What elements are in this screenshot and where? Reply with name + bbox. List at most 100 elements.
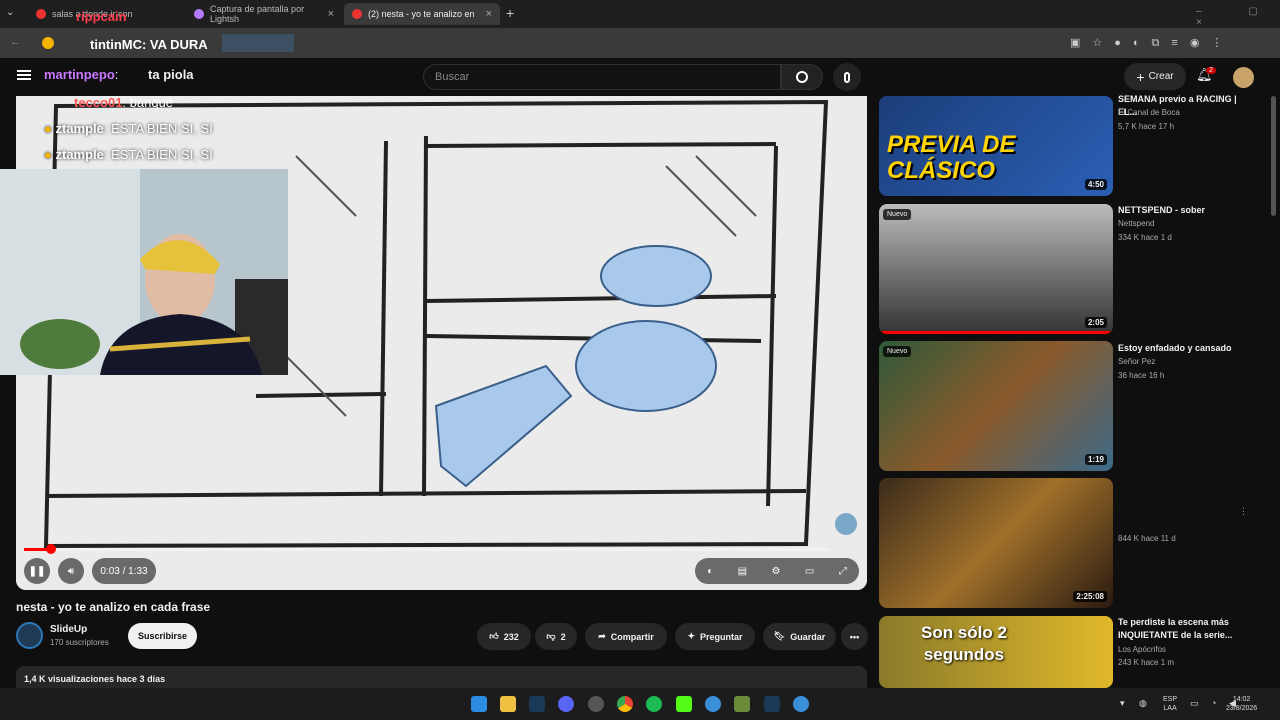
chat-user: ztample: [55, 147, 104, 162]
close-tab-icon[interactable]: ×: [486, 8, 492, 20]
extension-icons[interactable]: ▣☆●◐⧉≡◉⋮: [1070, 36, 1234, 50]
chat-user: tecco01: [74, 95, 123, 110]
kick-icon[interactable]: [676, 696, 692, 712]
recommendation-thumbnail[interactable]: Son sólo 2 segundos: [879, 616, 1113, 688]
app-icon[interactable]: [734, 696, 750, 712]
recommendation-channel[interactable]: El Canal de Boca: [1118, 108, 1180, 117]
dislike-button[interactable]: 👎︎ 2: [535, 623, 577, 650]
recommendation-meta: 243 K hace 1 m: [1118, 658, 1175, 667]
app-icon[interactable]: [588, 696, 604, 712]
recommendation-channel[interactable]: Señor Pez: [1118, 357, 1155, 366]
create-button[interactable]: + Crear: [1124, 63, 1186, 90]
recommendation-channel[interactable]: Los Apócrifos: [1118, 645, 1166, 654]
recommendation-title[interactable]: Estoy enfadado y cansado: [1118, 342, 1258, 355]
voice-search-button[interactable]: [833, 63, 861, 91]
steam-icon[interactable]: [529, 696, 545, 712]
page-scrollbar[interactable]: [1271, 96, 1276, 216]
save-button[interactable]: 🔖︎ Guardar: [763, 623, 836, 650]
chat-message: banqué: [129, 95, 174, 110]
video-duration: 2:25:08: [1073, 591, 1107, 602]
video-duration: 2:05: [1084, 317, 1107, 328]
chat-user: martinpepo: [44, 67, 115, 82]
recommendation-meta: 334 K hace 1 d: [1118, 233, 1172, 242]
more-options-icon[interactable]: ⋮: [1239, 506, 1248, 517]
chat-message: ESTA BIEN SI, SI: [111, 121, 213, 136]
window-controls[interactable]: – ▢ ×: [1196, 6, 1280, 28]
thumbnail-text: Son sólo 2 segundos: [921, 623, 1007, 664]
settings-icon[interactable]: ⚙: [772, 566, 781, 577]
recommendation-thumbnail[interactable]: Nuevo 2:05: [879, 204, 1113, 334]
language-indicator[interactable]: ESP LAA: [1163, 695, 1177, 713]
tab-list-button[interactable]: ⌄: [6, 7, 14, 18]
lightshot-favicon: [194, 9, 204, 19]
search-input[interactable]: Buscar: [423, 64, 781, 90]
chat-line: ● ztample: ESTA BIEN SI, SI: [44, 147, 213, 162]
channel-name[interactable]: SlideUp: [50, 624, 87, 635]
watched-progress: [879, 331, 1113, 334]
search-icon: [796, 71, 808, 83]
fullscreen-icon[interactable]: ⤢: [839, 566, 847, 577]
clock[interactable]: 14:02 23/8/2026: [1226, 695, 1257, 713]
chat-user: ztample: [55, 121, 104, 136]
mic-icon: [844, 71, 850, 83]
youtube-favicon: [352, 9, 362, 19]
thumbs-down-icon: 👎︎: [546, 631, 556, 641]
video-duration: 4:50: [1084, 179, 1107, 190]
webcam-image: [0, 169, 288, 375]
recommendation-thumbnail[interactable]: Nuevo 1:19: [879, 341, 1113, 471]
file-explorer-icon[interactable]: [500, 696, 516, 712]
recommendation-thumbnail[interactable]: PREVIA DE CLÁSICO 4:50: [879, 96, 1113, 196]
ccleaner-icon[interactable]: [705, 696, 721, 712]
like-button[interactable]: 👍︎ 232: [477, 623, 531, 650]
ask-button[interactable]: ✦ Preguntar: [675, 623, 755, 650]
steam-icon[interactable]: [764, 696, 780, 712]
recommendation-meta: 36 hace 16 h: [1118, 371, 1165, 380]
subtitles-icon[interactable]: ▤: [738, 566, 747, 577]
recommendation-thumbnail[interactable]: 2:25:08: [879, 478, 1113, 608]
volume-button[interactable]: 🔊︎: [58, 558, 84, 584]
tab-2[interactable]: Captura de pantalla por Lightsh ×: [186, 3, 342, 25]
new-tab-button[interactable]: +: [506, 5, 514, 21]
video-duration: 1:19: [1084, 454, 1107, 465]
pause-button[interactable]: ❚❚: [24, 558, 50, 584]
seek-bar[interactable]: [24, 544, 830, 554]
back-icon[interactable]: ←: [10, 36, 21, 48]
chat-overlay-top-user: rippcain: [76, 9, 127, 24]
subscribe-button[interactable]: Suscribirse: [128, 623, 197, 649]
browser-icon[interactable]: [793, 696, 809, 712]
overlay-coin-icon: [42, 37, 54, 49]
menu-icon[interactable]: [17, 70, 31, 72]
streamer-webcam: [0, 169, 288, 375]
coin-icon: ●: [44, 121, 52, 136]
thumbs-up-icon: 👍︎: [489, 631, 499, 641]
autoplay-toggle-icon[interactable]: ◐: [707, 566, 713, 577]
recommendation-title[interactable]: NETTSPEND - sober: [1118, 204, 1258, 217]
miniplayer-icon[interactable]: ▭: [805, 566, 814, 577]
recommendation-channel[interactable]: Nettspend: [1118, 219, 1154, 228]
channel-avatar[interactable]: [16, 622, 43, 649]
overlay-emote: [222, 34, 294, 52]
tray-icons[interactable]: ▾ ◍: [1120, 699, 1153, 708]
views-and-date: 1,4 K visualizaciones hace 3 días: [24, 674, 166, 684]
notifications-badge: 2: [1206, 67, 1216, 74]
chat-line: ● ztample: ESTA BIEN SI, SI: [44, 121, 213, 136]
windows-start-icon[interactable]: [471, 696, 487, 712]
search-button[interactable]: [781, 64, 823, 90]
video-title: nesta - yo te analizo en cada frase: [16, 600, 211, 614]
tab-3[interactable]: (2) nesta - yo te analizo en ×: [344, 3, 500, 25]
discord-icon[interactable]: [558, 696, 574, 712]
share-button[interactable]: ➦ Compartir: [585, 623, 667, 650]
spotify-icon[interactable]: [646, 696, 662, 712]
address-bar: ← tintinMC: VA DURA ▣☆●◐⧉≡◉⋮: [0, 28, 1280, 58]
more-icon: •••: [849, 631, 860, 642]
more-actions-button[interactable]: •••: [841, 623, 868, 650]
account-avatar[interactable]: [1233, 67, 1254, 88]
browser-tab-bar: ⌄ salas a donde ir con Captura de pantal…: [0, 0, 1280, 28]
close-tab-icon[interactable]: ×: [328, 8, 334, 20]
chrome-icon[interactable]: [617, 696, 633, 712]
chat-line: martinpepo: ta piola: [44, 67, 194, 82]
thumbnail-text: PREVIA DE CLÁSICO: [887, 131, 1016, 184]
overlay-chat-top: tintinMC: VA DURA: [90, 37, 208, 52]
new-badge: Nuevo: [883, 346, 912, 357]
recommendation-title[interactable]: Te perdiste la escena más INQUIETANTE de…: [1118, 616, 1258, 642]
